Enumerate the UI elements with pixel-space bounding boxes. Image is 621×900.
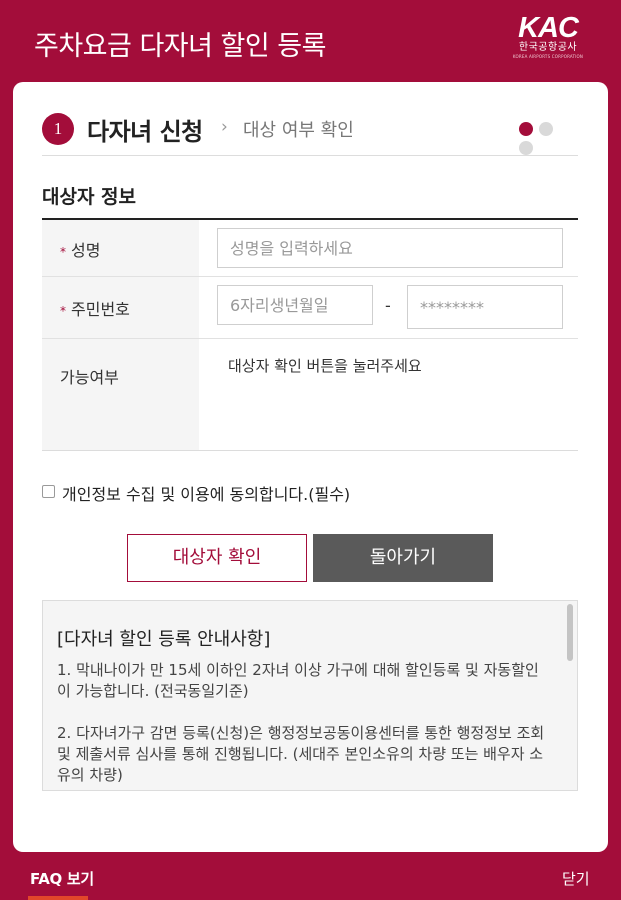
required-mark: * (60, 245, 66, 259)
step-dot-3 (519, 141, 533, 155)
header: 주차요금 다자녀 할인 등록 KAC 한국공항공사 KOREA AIRPORTS… (0, 0, 621, 82)
notice-paragraph-2: 2. 다자녀가구 감면 등록(신청)은 행정정보공동이용센터를 통한 행정정보 … (57, 724, 545, 784)
privacy-agree-label[interactable]: 개인정보 수집 및 이용에 동의합니다.(필수) (62, 481, 350, 505)
next-step-label: 대상 여부 확인 (243, 120, 354, 141)
go-back-button[interactable]: 돌아가기 (313, 534, 493, 582)
kac-logo: KAC 한국공항공사 KOREA AIRPORTS CORPORATION (506, 14, 590, 66)
required-mark: * (60, 304, 66, 318)
step-dot-1 (519, 122, 533, 136)
faq-underline (28, 896, 88, 900)
notice-box: [다자녀 할인 등록 안내사항] 1. 막내나이가 만 15세 이하인 2자녀 … (42, 600, 578, 791)
section-title: 대상자 정보 (42, 186, 137, 208)
chevron-right-icon: › (221, 117, 228, 137)
close-button[interactable]: 닫기 (562, 868, 590, 889)
step-number-badge: 1 (42, 113, 74, 145)
current-step-label: 다자녀 신청 (87, 118, 203, 146)
faq-link[interactable]: FAQ 보기 (30, 868, 94, 889)
jumin-front-input[interactable] (217, 285, 373, 325)
footer: FAQ 보기 닫기 (0, 852, 621, 900)
notice-paragraph-1: 1. 막내나이가 만 15세 이하인 2자녀 이상 가구에 대해 할인등록 및 … (57, 661, 539, 700)
name-label-cell: * 성명 (42, 220, 199, 276)
step-indicator: 1 다자녀 신청 › 대상 여부 확인 (42, 110, 578, 156)
jumin-label-text: 주민번호 (71, 300, 130, 319)
availability-label-cell: 가능여부 (42, 339, 199, 450)
notice-title: [다자녀 할인 등록 안내사항] (57, 629, 271, 650)
jumin-back-input[interactable] (407, 285, 563, 329)
check-target-button[interactable]: 대상자 확인 (127, 534, 307, 582)
jumin-row: * 주민번호 - (42, 277, 578, 339)
logo-english-text: KOREA AIRPORTS CORPORATION (512, 54, 584, 59)
step-dot-2 (539, 122, 553, 136)
name-input[interactable] (217, 228, 563, 268)
content-card: 1 다자녀 신청 › 대상 여부 확인 대상자 정보 * 성명 * 주민번호 - 가… (13, 82, 608, 852)
step-dots (519, 122, 578, 155)
availability-row: 가능여부 대상자 확인 버튼을 눌러주세요 (42, 339, 578, 451)
jumin-label-cell: * 주민번호 (42, 277, 199, 338)
jumin-label: * 주민번호 (60, 296, 130, 320)
logo-mark: KAC (518, 12, 579, 44)
notice-scrollbar[interactable] (567, 604, 573, 661)
availability-message: 대상자 확인 버튼을 눌러주세요 (228, 357, 422, 375)
target-info-form: * 성명 * 주민번호 - 가능여부 대상자 확인 버튼을 눌러주세요 (42, 218, 578, 451)
name-label: * 성명 (60, 237, 100, 261)
notice-content: [다자녀 할인 등록 안내사항] 1. 막내나이가 만 15세 이하인 2자녀 … (57, 625, 547, 790)
page-title: 주차요금 다자녀 할인 등록 (34, 31, 327, 62)
availability-label: 가능여부 (60, 368, 119, 387)
name-label-text: 성명 (71, 241, 101, 260)
privacy-agree-checkbox[interactable] (42, 485, 55, 498)
jumin-separator: - (385, 296, 391, 315)
name-row: * 성명 (42, 220, 578, 277)
